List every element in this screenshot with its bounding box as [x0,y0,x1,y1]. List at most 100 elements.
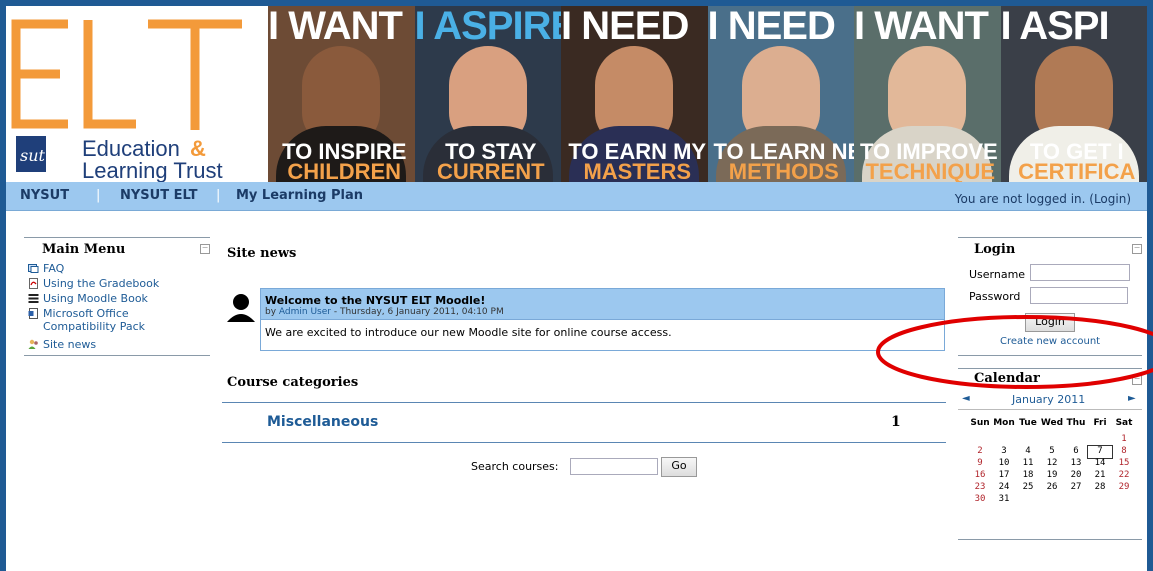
news-post-author-link[interactable]: Admin User [279,307,331,317]
calendar-day[interactable]: 10 [992,458,1016,470]
nav-link-my-learning-plan[interactable]: My Learning Plan [236,188,363,203]
calendar-day[interactable]: 25 [1016,482,1040,494]
calendar-day[interactable]: 27 [1064,482,1088,494]
logo-mark: sut [20,146,46,165]
faq-icon [28,264,39,273]
menu-item-label: Microsoft Office Compatibility Pack [43,307,145,333]
menu-item-faq[interactable]: FAQ [28,262,64,275]
banner-headline: I NEED [707,6,836,48]
username-label: Username [969,268,1026,281]
calendar-next-month[interactable]: ► [1128,393,1136,404]
calendar-day[interactable]: 23 [968,482,992,494]
calendar-day[interactable]: 29 [1112,482,1136,494]
username-input[interactable] [1030,264,1130,281]
calendar-day [1064,494,1088,506]
calendar-day [1016,434,1040,446]
calendar-day[interactable]: 9 [968,458,992,470]
calendar-day[interactable]: 6 [1064,446,1088,458]
nav-link-nysut[interactable]: NYSUT [20,188,69,203]
elt-logo[interactable]: sut Education & Learning Trust [6,6,268,183]
collapse-icon[interactable]: − [1132,244,1142,254]
calendar-day [1064,434,1088,446]
calendar-day [1040,494,1064,506]
banner-tagline: TO IMPROVE MYTECHNIQUE [860,141,1001,183]
banner-tagline-line2: MASTERS [583,159,692,183]
banner-headline: I WANT [268,6,403,48]
calendar-day[interactable]: 26 [1040,482,1064,494]
calendar-day[interactable]: 14 [1088,458,1112,470]
collapse-icon[interactable]: − [200,244,210,254]
banner-tagline: TO EARN MY MASTERS [567,141,708,183]
calendar-day[interactable]: 4 [1016,446,1040,458]
category-course-count: 1 [891,414,901,430]
calendar-day[interactable]: 5 [1040,446,1064,458]
news-post-date: - Thursday, 6 January 2011, 04:10 PM [330,307,504,317]
search-courses-input[interactable] [570,458,658,475]
nav-link-nysut-elt[interactable]: NYSUT ELT [120,188,198,203]
password-input[interactable] [1030,287,1128,304]
menu-item-microsoft-office-compatibility-pack[interactable]: Microsoft Office Compatibility Pack [28,307,204,333]
banner-headline: I ASPIRE [414,6,562,48]
calendar-day[interactable]: 3 [992,446,1016,458]
user-avatar-icon [227,294,255,322]
calendar-day[interactable]: 19 [1040,470,1064,482]
banner-panel: I NEED TO LEARN NEWMETHODS [707,6,855,183]
calendar-month-label[interactable]: January 2011 [1012,393,1085,406]
calendar-day[interactable]: 15 [1112,458,1136,470]
menu-item-label: Using Moodle Book [43,292,148,305]
calendar-day[interactable]: 30 [968,494,992,506]
category-divider-bottom [222,442,946,443]
banner-tagline: TO STAY CURRENT [421,141,562,183]
banner-tagline-line2: CERTIFICA [1018,159,1136,183]
menu-item-site-news[interactable]: Site news [28,338,96,351]
banner-panel: I WANT TO INSPIRE CHILDREN [268,6,415,182]
calendar-day[interactable]: 12 [1040,458,1064,470]
site-header: sut Education & Learning Trust I WANT TO … [6,6,1147,183]
calendar-day[interactable]: 13 [1064,458,1088,470]
calendar-weekday: Mon [993,418,1015,428]
calendar-day [992,434,1016,446]
calendar-day[interactable]: 8 [1112,446,1136,458]
calendar-day[interactable]: 20 [1064,470,1088,482]
calendar-week-row: 23 24 25 26 27 28 29 [968,482,1138,494]
calendar-day[interactable]: 24 [992,482,1016,494]
calendar-week-row: 2345678 [968,445,1138,459]
calendar-day[interactable]: 1 [1112,434,1136,446]
nav-separator: | [96,188,101,203]
calendar-weekday: Tue [1019,418,1037,428]
calendar-weekday: Sun [970,418,990,428]
login-status[interactable]: You are not logged in. (Login) [955,192,1131,206]
calendar-grid: Sun Mon Tue Wed Thu Fri Sat 1 2 3 4 5 6 7 8 9 10 11 12 13 14… [968,418,1138,506]
calendar-prev-month[interactable]: ◄ [962,393,970,404]
news-post-body: We are excited to introduce our new Mood… [265,326,672,339]
banner-tagline: TO LEARN NEWMETHODS [714,141,855,183]
calendar-day[interactable]: 18 [1016,470,1040,482]
calendar-weekday: Thu [1066,418,1086,428]
calendar-day [1112,494,1136,506]
calendar-day[interactable]: 7 [1087,445,1113,459]
calendar-day[interactable]: 16 [968,470,992,482]
banner-panel: I ASPIRE TO STAY CURRENT [414,6,562,183]
calendar-day[interactable]: 28 [1088,482,1112,494]
calendar-day[interactable]: 21 [1088,470,1112,482]
calendar-day[interactable]: 17 [992,470,1016,482]
calendar-day [1016,494,1040,506]
top-navbar: NYSUT | NYSUT ELT | My Learning Plan You… [6,182,1147,211]
news-post: Welcome to the NYSUT ELT Moodle! by Admi… [260,288,945,351]
search-courses-label: Search courses: [471,460,559,473]
annotation-ellipse [876,315,1153,389]
search-go-button[interactable]: Go [661,457,697,477]
calendar-day[interactable]: 2 [968,446,992,458]
menu-item-label: Site news [43,338,97,351]
category-link-miscellaneous[interactable]: Miscellaneous [267,414,378,430]
menu-item-using-the-gradebook[interactable]: Using the Gradebook [28,277,159,290]
calendar-day[interactable]: 31 [992,494,1016,506]
byline-prefix: by [265,307,277,317]
banner-headline: I WANT [854,6,989,48]
calendar-weekday-row: Sun Mon Tue Wed Thu Fri Sat [968,418,1138,430]
menu-item-using-moodle-book[interactable]: Using Moodle Book [28,292,148,305]
news-post-title[interactable]: Welcome to the NYSUT ELT Moodle! [265,289,944,307]
category-divider-top [222,402,946,403]
calendar-day[interactable]: 11 [1016,458,1040,470]
calendar-day[interactable]: 22 [1112,470,1136,482]
